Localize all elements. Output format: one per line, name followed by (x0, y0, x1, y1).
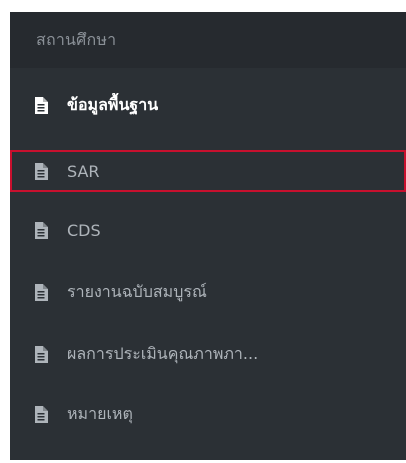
section-title: สถานศึกษา (10, 12, 406, 68)
document-icon (34, 283, 48, 301)
sidebar-item-cds[interactable]: CDS (10, 209, 406, 251)
sidebar-menu: สถานศึกษา ข้อมูลพื้นฐาน SAR CDS รายงานฉบ… (10, 12, 406, 460)
document-icon (34, 162, 48, 180)
sidebar-item-basic-info[interactable]: ข้อมูลพื้นฐาน (10, 84, 406, 126)
sidebar-item-label: ผลการประเมินคุณภาพภา... (67, 343, 259, 363)
sidebar-item-sar[interactable]: SAR (10, 150, 406, 192)
document-icon (34, 405, 48, 423)
sidebar-item-quality-assessment[interactable]: ผลการประเมินคุณภาพภา... (10, 333, 406, 375)
sidebar-item-label: CDS (67, 220, 101, 240)
document-icon (34, 345, 48, 363)
sidebar-item-label: หมายเหตุ (67, 403, 133, 423)
sidebar-item-full-report[interactable]: รายงานฉบับสมบูรณ์ (10, 271, 406, 313)
sidebar-item-label: ข้อมูลพื้นฐาน (67, 94, 159, 114)
document-icon (34, 96, 48, 114)
sidebar-item-label: SAR (67, 161, 100, 181)
document-icon (34, 221, 48, 239)
sidebar-item-remarks[interactable]: หมายเหตุ (10, 393, 406, 435)
sidebar-item-label: รายงานฉบับสมบูรณ์ (67, 281, 207, 301)
